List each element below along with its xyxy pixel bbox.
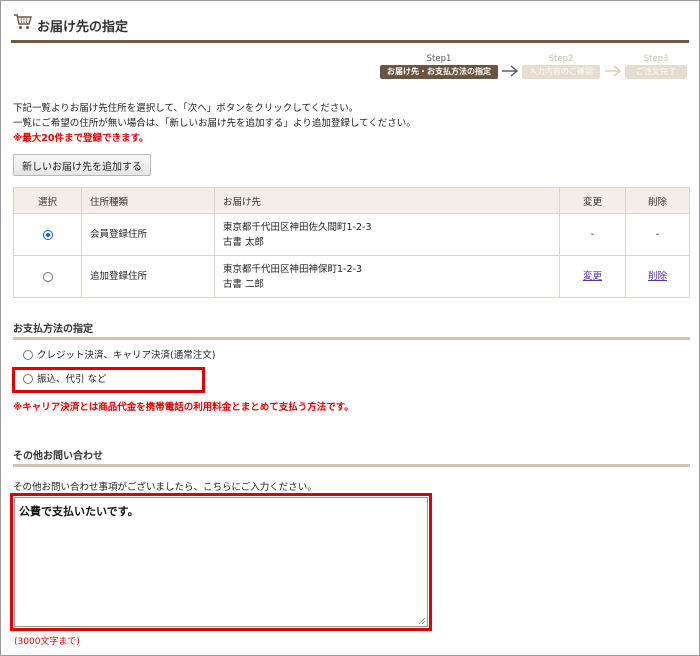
- inquiry-section-title: その他お問い合わせ: [13, 451, 103, 462]
- select-cell: [13, 213, 82, 256]
- step-1-number: Step1: [426, 54, 452, 64]
- destination-cell: 東京都千代田区神田神保町1-2-3 古書 二郎: [214, 255, 560, 298]
- step-2-label: 入力内容のご確認: [522, 65, 600, 79]
- address-type: 追加登録住所: [81, 255, 215, 298]
- address-radio-member[interactable]: [42, 229, 53, 240]
- intro-text: 下記一覧よりお届け先住所を選択して、「次へ」ボタンをクリックしてください。 一覧…: [13, 101, 416, 146]
- step-3-label: ご注文完了: [625, 65, 687, 79]
- page-frame: お届け先の指定 Step1 お届け先・お支払方法の指定 Step2 入力内容のご…: [0, 0, 700, 656]
- table-row: 追加登録住所 東京都千代田区神田神保町1-2-3 古書 二郎 変更 削除: [13, 255, 690, 298]
- inquiry-section-divider: [13, 464, 690, 467]
- address-text: 東京都千代田区神田神保町1-2-3: [223, 263, 362, 275]
- address-radio-additional[interactable]: [42, 271, 53, 282]
- edit-cell: -: [559, 213, 626, 256]
- intro-line-1: 下記一覧よりお届け先住所を選択して、「次へ」ボタンをクリックしてください。: [13, 103, 359, 114]
- edit-link[interactable]: 変更: [583, 271, 602, 282]
- page-title: お届け先の指定: [37, 20, 129, 35]
- intro-line-2: 一覧にご希望の住所が無い場合は、「新しいお届け先を追加する」より追加登録してくだ…: [13, 118, 416, 129]
- select-cell: [13, 255, 82, 298]
- column-header-destination: お届け先: [214, 187, 560, 214]
- delete-cell: -: [625, 213, 690, 256]
- inquiry-text: 公費で支払いたいです。: [19, 505, 139, 518]
- destination-cell: 東京都千代田区神田佐久間町1-2-3 古書 太郎: [214, 213, 560, 256]
- add-address-button[interactable]: 新しいお届け先を追加する: [13, 154, 151, 176]
- column-header-select: 選択: [13, 187, 82, 214]
- step-indicator: Step1 お届け先・お支払方法の指定 Step2 入力内容のご確認 Step3…: [380, 53, 690, 83]
- payment-section-divider: [13, 337, 690, 340]
- delete-link[interactable]: 削除: [648, 271, 667, 282]
- carrier-payment-note: ※キャリア決済とは商品代金を携帯電話の利用料金とまとめて支払う方法です。: [13, 402, 354, 413]
- step-2-number: Step2: [548, 54, 574, 64]
- address-type: 会員登録住所: [81, 213, 215, 256]
- resize-handle-icon[interactable]: [418, 617, 425, 624]
- table-header-row: 選択 住所種類 お届け先 変更 削除: [13, 187, 690, 214]
- step-1-label: お届け先・お支払方法の指定: [380, 65, 498, 79]
- column-header-edit: 変更: [559, 187, 626, 214]
- inquiry-highlight-box: 公費で支払いたいです。: [10, 493, 432, 631]
- payment-radio-credit[interactable]: [23, 349, 33, 360]
- column-header-delete: 削除: [625, 187, 690, 214]
- payment-radio-transfer[interactable]: [23, 373, 33, 384]
- delete-cell: 削除: [625, 255, 690, 298]
- table-row: 会員登録住所 東京都千代田区神田佐久間町1-2-3 古書 太郎 - -: [13, 213, 690, 256]
- payment-option-credit[interactable]: クレジット決済、キャリア決済(通常注文): [23, 349, 215, 363]
- payment-section-title: お支払方法の指定: [13, 324, 93, 335]
- cart-icon: [14, 14, 32, 29]
- step-1: Step1 お届け先・お支払方法の指定: [380, 53, 498, 79]
- character-limit-note: (3000文字まで): [14, 637, 80, 647]
- step-arrow-icon: [605, 65, 622, 77]
- step-2: Step2 入力内容のご確認: [522, 53, 600, 79]
- column-header-type: 住所種類: [81, 187, 215, 214]
- recipient-name: 古書 二郎: [223, 278, 265, 290]
- payment-option-label: 振込、代引 など: [37, 374, 107, 385]
- payment-option-transfer[interactable]: 振込、代引 など: [23, 373, 107, 387]
- address-table: 選択 住所種類 お届け先 変更 削除 会員登録住所 東京都千代田区神田佐久間町1…: [13, 187, 690, 298]
- payment-option-label: クレジット決済、キャリア決済(通常注文): [37, 350, 216, 361]
- step-3: Step3 ご注文完了: [625, 53, 687, 79]
- page-header: お届け先の指定: [11, 9, 689, 43]
- inquiry-description: その他お問い合わせ事項がございましたら、こちらにご入力ください。: [13, 482, 317, 493]
- registration-limit-warning: ※最大20件まで登録できます。: [13, 133, 149, 144]
- address-text: 東京都千代田区神田佐久間町1-2-3: [223, 221, 372, 233]
- edit-cell: 変更: [559, 255, 626, 298]
- inquiry-textarea[interactable]: 公費で支払いたいです。: [14, 497, 428, 627]
- step-3-number: Step3: [643, 54, 669, 64]
- step-arrow-icon: [502, 65, 519, 77]
- recipient-name: 古書 太郎: [223, 236, 265, 248]
